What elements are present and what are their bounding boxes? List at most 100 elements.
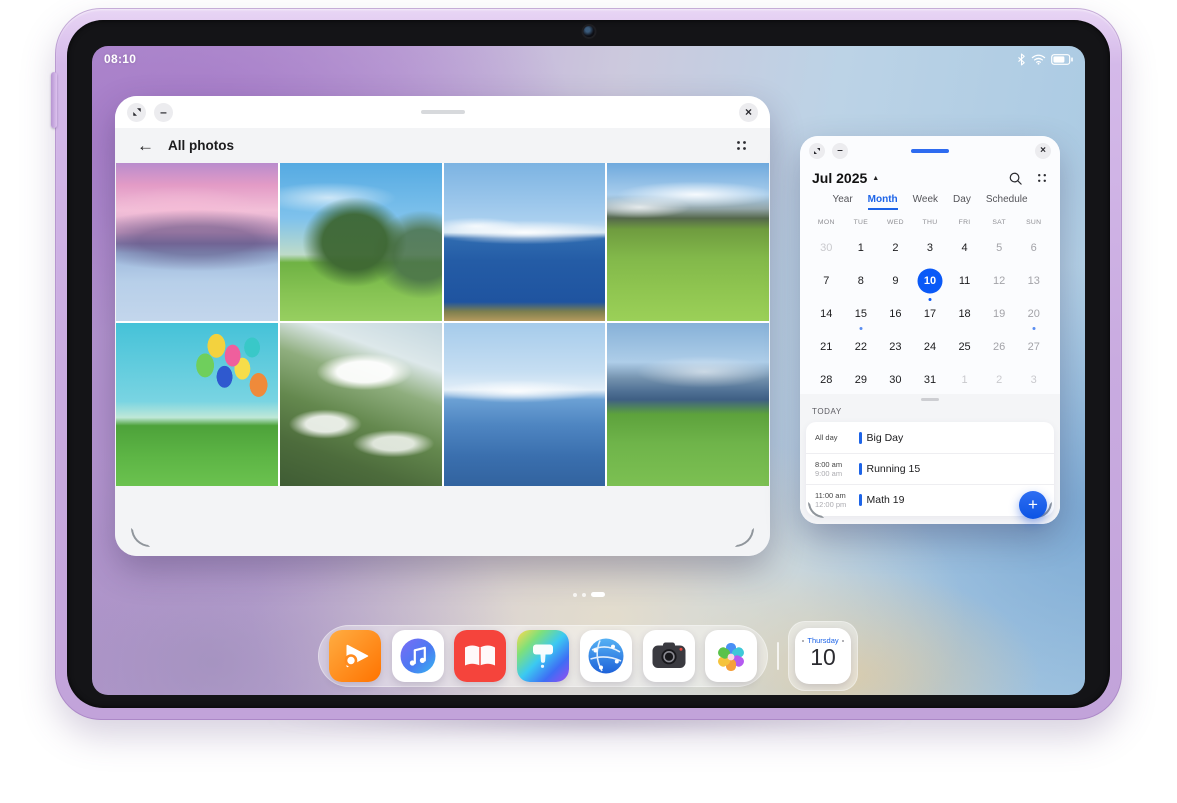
photo-thumbnail-ocean-ripples[interactable] — [444, 323, 606, 486]
photo-thumbnail-green-fields-hay-bales[interactable] — [607, 163, 769, 321]
day-cell-3[interactable]: 3 — [913, 231, 948, 264]
photo-thumbnail-blue-sea-horizon[interactable] — [444, 163, 606, 321]
day-cell-23[interactable]: 23 — [878, 330, 913, 363]
page-dot-1[interactable] — [582, 593, 586, 597]
day-number: 16 — [889, 308, 901, 320]
day-cell-30[interactable]: 30 — [878, 363, 913, 396]
volume-button[interactable] — [51, 72, 57, 128]
day-cell-28[interactable]: 28 — [809, 363, 844, 396]
photos-drag-handle[interactable] — [421, 110, 465, 114]
photo-thumbnail-lake-lone-tree-pink-sunset[interactable] — [116, 163, 278, 321]
day-cell-25[interactable]: 25 — [947, 330, 982, 363]
day-cell-8[interactable]: 8 — [844, 264, 879, 297]
dock-icon-books[interactable] — [454, 630, 506, 682]
dock-icon-calendar[interactable]: Thursday 10 — [795, 628, 851, 684]
day-cell-26[interactable]: 26 — [982, 330, 1017, 363]
dock-icon-browser[interactable] — [580, 630, 632, 682]
video-app-icon — [329, 630, 381, 682]
status-icons — [1017, 53, 1073, 66]
weekday-mon: MON — [809, 219, 844, 226]
photos-page-title: All photos — [168, 138, 234, 153]
day-cell-4[interactable]: 4 — [947, 231, 982, 264]
event-row[interactable]: 11:00 am12:00 pmMath 19 — [806, 484, 1054, 515]
dock-icon-camera[interactable] — [643, 630, 695, 682]
day-cell-2[interactable]: 2 — [878, 231, 913, 264]
tab-year[interactable]: Year — [832, 194, 852, 210]
day-cell-1[interactable]: 1 — [947, 363, 982, 396]
calendar-drag-handle[interactable] — [911, 149, 949, 153]
resize-corner-left-icon[interactable] — [808, 502, 824, 518]
calendar-minimize-button[interactable]: – — [832, 143, 848, 159]
photo-thumbnail-girl-with-colorful-balloons[interactable] — [116, 323, 278, 486]
photo-thumbnail-mountain-ridge-wind-turbines[interactable] — [280, 323, 442, 486]
event-times: 8:00 am9:00 am — [815, 460, 855, 479]
event-color-bar — [859, 494, 862, 506]
books-app-icon — [454, 630, 506, 682]
day-cell-31[interactable]: 31 — [913, 363, 948, 396]
day-number: 25 — [958, 341, 970, 353]
weekday-header: MONTUEWEDTHUFRISATSUN — [809, 219, 1051, 226]
agenda-drag-handle[interactable] — [921, 398, 939, 401]
photos-window-titlebar[interactable]: – × — [115, 96, 770, 128]
day-cell-14[interactable]: 14 — [809, 297, 844, 330]
day-cell-16[interactable]: 16 — [878, 297, 913, 330]
add-event-button[interactable]: + — [1019, 491, 1047, 519]
back-arrow-icon[interactable]: ← — [137, 136, 154, 156]
event-row[interactable]: All dayBig Day — [806, 422, 1054, 453]
day-cell-1[interactable]: 1 — [844, 231, 879, 264]
day-cell-24[interactable]: 24 — [913, 330, 948, 363]
day-cell-11[interactable]: 11 — [947, 264, 982, 297]
event-row[interactable]: 8:00 am9:00 amRunning 15 — [806, 453, 1054, 484]
day-cell-27[interactable]: 27 — [1016, 330, 1051, 363]
photos-minimize-button[interactable]: – — [154, 103, 173, 122]
resize-corner-left-icon[interactable] — [131, 528, 150, 547]
day-number: 2 — [996, 374, 1002, 386]
month-label[interactable]: Jul 2025 — [812, 170, 867, 186]
day-cell-21[interactable]: 21 — [809, 330, 844, 363]
day-cell-15[interactable]: 15 — [844, 297, 879, 330]
tab-month[interactable]: Month — [868, 194, 898, 210]
photo-thumbnail-green-tree-meadow[interactable] — [280, 163, 442, 321]
day-number: 8 — [858, 275, 864, 287]
day-number: 19 — [993, 308, 1005, 320]
photos-close-button[interactable]: × — [739, 103, 758, 122]
day-cell-12[interactable]: 12 — [982, 264, 1017, 297]
day-cell-29[interactable]: 29 — [844, 363, 879, 396]
calendar-scale-button[interactable] — [809, 143, 825, 159]
day-cell-9[interactable]: 9 — [878, 264, 913, 297]
day-cell-2[interactable]: 2 — [982, 363, 1017, 396]
dock-icon-gallery[interactable] — [705, 630, 757, 682]
day-cell-3[interactable]: 3 — [1016, 363, 1051, 396]
search-icon[interactable] — [1008, 171, 1023, 186]
calendar-multiselect-icon[interactable] — [1036, 172, 1048, 184]
day-cell-5[interactable]: 5 — [982, 231, 1017, 264]
tab-schedule[interactable]: Schedule — [986, 194, 1028, 210]
event-end-time: 9:00 am — [815, 469, 855, 478]
gallery-app-icon — [705, 630, 757, 682]
day-number: 17 — [924, 308, 936, 320]
photo-thumbnail-green-hill-blue-mountains[interactable] — [607, 323, 769, 486]
dock-icon-video[interactable] — [329, 630, 381, 682]
dock-icon-themes[interactable] — [517, 630, 569, 682]
calendar-window-titlebar[interactable]: – × — [800, 136, 1060, 166]
photos-scale-button[interactable] — [127, 103, 146, 122]
dock-icon-music[interactable] — [392, 630, 444, 682]
day-cell-7[interactable]: 7 — [809, 264, 844, 297]
day-cell-18[interactable]: 18 — [947, 297, 982, 330]
day-cell-19[interactable]: 19 — [982, 297, 1017, 330]
resize-corner-right-icon[interactable] — [735, 528, 754, 547]
page-dot-0[interactable] — [573, 593, 577, 597]
tab-day[interactable]: Day — [953, 194, 971, 210]
day-cell-22[interactable]: 22 — [844, 330, 879, 363]
day-cell-13[interactable]: 13 — [1016, 264, 1051, 297]
day-cell-20[interactable]: 20 — [1016, 297, 1051, 330]
day-cell-30[interactable]: 30 — [809, 231, 844, 264]
day-cell-10-today[interactable]: 10 — [913, 264, 948, 297]
page-dot-2[interactable] — [591, 592, 605, 597]
day-cell-6[interactable]: 6 — [1016, 231, 1051, 264]
calendar-close-button[interactable]: × — [1035, 143, 1051, 159]
day-cell-17[interactable]: 17 — [913, 297, 948, 330]
tab-week[interactable]: Week — [913, 194, 938, 210]
photos-window: – × ← All photos — [115, 96, 770, 556]
photos-multiselect-icon[interactable] — [735, 139, 748, 152]
